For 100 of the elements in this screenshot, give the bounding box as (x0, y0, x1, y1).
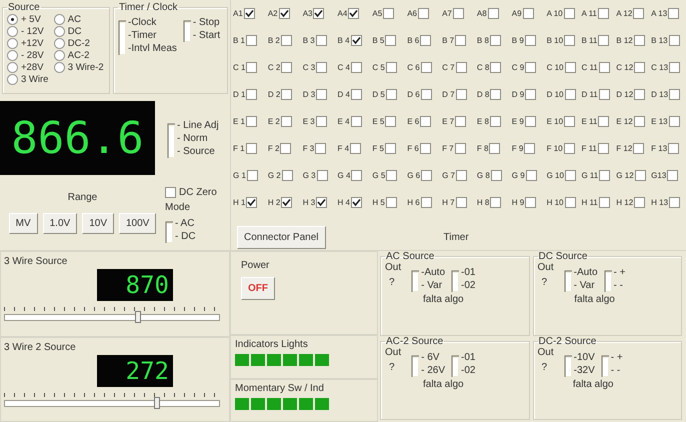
checkbox[interactable] (564, 35, 576, 46)
checkbox[interactable] (524, 35, 536, 46)
bracket-icon[interactable] (118, 20, 127, 55)
bracket-icon[interactable] (182, 20, 192, 42)
checkbox[interactable] (490, 170, 502, 181)
checkbox[interactable] (598, 116, 610, 127)
bracket-icon[interactable] (604, 270, 613, 292)
checkbox[interactable] (452, 8, 464, 19)
bracket-icon[interactable] (411, 354, 420, 376)
checkbox[interactable] (456, 89, 467, 100)
bracket-icon[interactable] (451, 270, 460, 292)
checkbox[interactable] (669, 89, 680, 100)
checkbox[interactable] (385, 116, 396, 127)
slider-thumb[interactable] (134, 311, 141, 323)
checkbox[interactable] (384, 143, 396, 154)
checkbox[interactable] (667, 170, 678, 181)
radio-button[interactable] (54, 14, 65, 24)
checkbox[interactable] (634, 116, 645, 127)
checkbox[interactable] (488, 8, 499, 19)
radio-button[interactable] (54, 26, 65, 36)
checkbox[interactable] (350, 143, 362, 154)
checkbox[interactable] (246, 116, 258, 127)
checkbox[interactable] (244, 8, 255, 19)
checkbox[interactable] (281, 89, 292, 100)
connector-panel-button[interactable]: Connector Panel (237, 226, 326, 249)
checkbox[interactable] (281, 197, 292, 208)
checkbox[interactable] (454, 143, 466, 154)
checkbox[interactable] (564, 143, 575, 154)
checkbox[interactable] (634, 35, 645, 46)
checkbox[interactable] (420, 62, 432, 73)
checkbox[interactable] (598, 62, 610, 73)
checkbox[interactable] (280, 116, 292, 127)
checkbox[interactable] (421, 170, 432, 181)
checkbox[interactable] (386, 197, 397, 208)
checkbox[interactable] (564, 170, 576, 181)
checkbox[interactable] (350, 197, 362, 208)
checkbox[interactable] (386, 89, 397, 100)
checkbox[interactable] (526, 170, 537, 181)
checkbox[interactable] (564, 197, 576, 208)
checkbox[interactable] (281, 62, 292, 73)
radio-button[interactable] (54, 62, 65, 72)
checkbox[interactable] (524, 116, 536, 127)
radio-button[interactable] (7, 38, 18, 48)
checkbox[interactable] (350, 62, 362, 73)
checkbox[interactable] (316, 35, 327, 46)
range-button[interactable]: MV (8, 213, 38, 234)
checkbox[interactable] (420, 89, 432, 100)
radio-button[interactable] (54, 50, 65, 60)
checkbox[interactable] (490, 197, 502, 208)
checkbox[interactable] (525, 89, 536, 100)
bracket-icon[interactable] (564, 354, 573, 376)
checkbox[interactable] (282, 170, 293, 181)
checkbox[interactable] (385, 35, 396, 46)
checkbox[interactable] (564, 89, 576, 100)
checkbox[interactable] (564, 8, 575, 19)
checkbox[interactable] (348, 8, 360, 19)
checkbox[interactable] (598, 197, 610, 208)
checkbox[interactable] (420, 35, 432, 46)
checkbox[interactable] (316, 62, 328, 73)
checkbox[interactable] (564, 62, 576, 73)
checkbox[interactable] (316, 170, 328, 181)
checkbox[interactable] (246, 197, 258, 208)
checkbox[interactable] (633, 143, 644, 154)
checkbox[interactable] (246, 170, 258, 181)
checkbox[interactable] (420, 197, 432, 208)
checkbox[interactable] (598, 8, 609, 19)
checkbox[interactable] (420, 143, 431, 154)
checkbox[interactable] (313, 8, 324, 19)
checkbox[interactable] (455, 35, 466, 46)
bracket-icon[interactable] (600, 354, 610, 376)
checkbox[interactable] (634, 197, 646, 208)
checkbox[interactable] (668, 35, 680, 46)
checkbox[interactable] (524, 143, 536, 154)
range-button[interactable]: 100V (119, 213, 156, 234)
slider-thumb[interactable] (154, 396, 160, 408)
checkbox[interactable] (246, 35, 258, 46)
checkbox[interactable] (350, 89, 362, 100)
checkbox[interactable] (490, 89, 502, 100)
checkbox[interactable] (490, 62, 502, 73)
radio-button[interactable] (7, 50, 18, 60)
checkbox[interactable] (278, 8, 290, 19)
checkbox[interactable] (455, 116, 466, 127)
radio-button[interactable] (7, 74, 18, 84)
checkbox[interactable] (386, 62, 397, 73)
radio-button[interactable] (54, 38, 65, 48)
checkbox[interactable] (386, 170, 398, 181)
checkbox[interactable] (522, 8, 534, 19)
checkbox[interactable] (350, 116, 362, 127)
range-button[interactable]: 1.0V (42, 213, 78, 234)
checkbox[interactable] (634, 170, 646, 181)
checkbox[interactable] (246, 89, 258, 100)
checkbox[interactable] (280, 143, 292, 154)
checkbox[interactable] (316, 116, 327, 127)
checkbox[interactable] (598, 35, 610, 46)
checkbox[interactable] (350, 35, 362, 46)
slider-track[interactable] (4, 314, 220, 321)
checkbox[interactable] (669, 62, 680, 73)
checkbox[interactable] (246, 143, 257, 154)
checkbox[interactable] (418, 8, 430, 19)
checkbox[interactable] (456, 170, 467, 181)
